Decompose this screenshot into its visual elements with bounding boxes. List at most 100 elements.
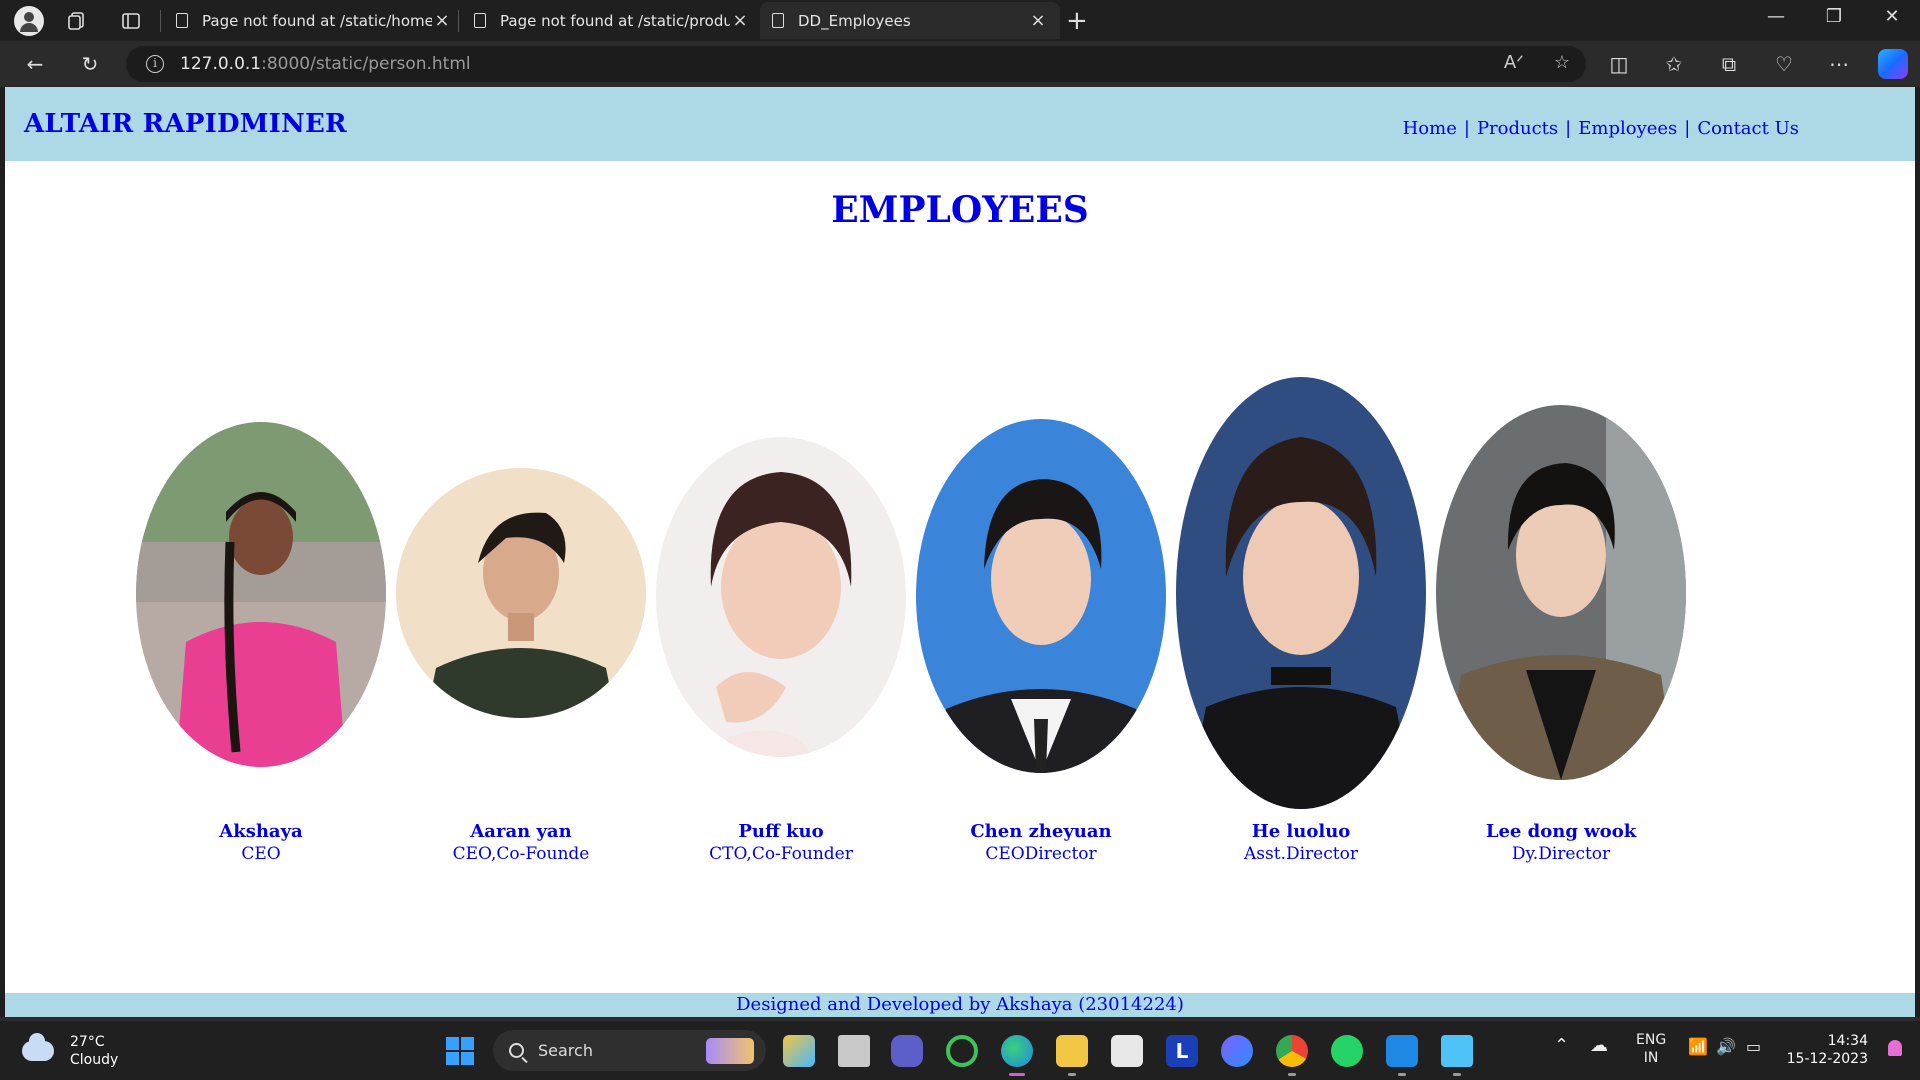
notification-bell-icon[interactable]	[1888, 1040, 1902, 1056]
nav-separator: |	[1565, 118, 1572, 139]
url-path: :8000/static/person.html	[261, 54, 471, 74]
nav-products[interactable]: Products	[1477, 118, 1558, 139]
browser-tab-bar: Page not found at /static/home1 × Page n…	[0, 0, 1920, 41]
nav-separator: |	[1463, 118, 1470, 139]
language-line1: ENG	[1636, 1032, 1667, 1048]
chrome-icon[interactable]	[1276, 1035, 1308, 1076]
site-nav: Home | Products | Employees | Contact Us	[1403, 118, 1799, 139]
employee-name: Lee dong wook	[1485, 821, 1637, 842]
show-hidden-icons-icon[interactable]: ⌃	[1554, 1035, 1569, 1056]
browser-toolbar: ← ↻ i 127.0.0.1 :8000/static/person.html…	[0, 41, 1920, 87]
refresh-icon[interactable]: ↻	[75, 50, 105, 78]
cloud-icon	[22, 1033, 54, 1061]
employee-role: CEO,Co-Founde	[452, 844, 590, 864]
taskbar-search[interactable]: Search	[493, 1030, 766, 1071]
teams-meet-icon[interactable]	[891, 1035, 923, 1067]
sync-app-icon[interactable]	[946, 1035, 978, 1067]
nav-home[interactable]: Home	[1403, 118, 1457, 139]
weather-condition: Cloudy	[70, 1052, 119, 1068]
nav-employees[interactable]: Employees	[1578, 118, 1677, 139]
window-close-icon[interactable]: ✕	[1872, 6, 1912, 27]
widgets-app-icon[interactable]	[783, 1035, 815, 1067]
minimize-icon[interactable]: —	[1756, 6, 1796, 27]
site-brand: ALTAIR RAPIDMINER	[24, 109, 347, 139]
tab-dd-employees[interactable]: DD_Employees ×	[760, 2, 1060, 39]
more-menu-icon[interactable]: ⋯	[1824, 50, 1854, 78]
search-highlight-icon	[706, 1037, 754, 1064]
language-indicator[interactable]: ENG IN	[1636, 1031, 1666, 1067]
altair-app-icon[interactable]	[1221, 1035, 1253, 1067]
language-line2: IN	[1643, 1050, 1659, 1066]
close-tab-icon[interactable]: ×	[730, 10, 750, 31]
new-tab-icon[interactable]: +	[1066, 6, 1088, 36]
employee-role: Asst.Director	[1244, 844, 1358, 864]
tab-page-not-found-home[interactable]: Page not found at /static/home1 ×	[164, 2, 464, 39]
microsoft-store-icon[interactable]	[1111, 1035, 1143, 1067]
split-screen-icon[interactable]: ◫	[1604, 50, 1634, 78]
file-explorer-icon[interactable]	[1056, 1035, 1088, 1076]
windows-taskbar: 27°C Cloudy Search L ⌃ ☁ ENG IN 📶 🔊 ▭ 14…	[0, 1021, 1920, 1080]
onedrive-icon[interactable]: ☁	[1590, 1035, 1608, 1056]
l-app-icon[interactable]: L	[1166, 1035, 1198, 1067]
favorite-star-icon[interactable]: ☆	[1554, 52, 1570, 73]
profile-avatar-icon[interactable]	[14, 6, 44, 36]
collections-icon[interactable]: ⧉	[1714, 50, 1744, 78]
site-info-icon[interactable]: i	[146, 55, 164, 73]
copilot-icon[interactable]	[1878, 49, 1908, 79]
task-view-icon[interactable]	[838, 1035, 870, 1067]
tab-page-not-found-products[interactable]: Page not found at /static/produc ×	[462, 2, 762, 39]
start-windows-icon[interactable]	[446, 1037, 474, 1065]
whatsapp-icon[interactable]	[1331, 1035, 1363, 1067]
clock-date: 15-12-2023	[1786, 1051, 1868, 1067]
battery-icon[interactable]: ▭	[1746, 1037, 1761, 1056]
employee-photo-lee-dong-wook	[1436, 405, 1686, 780]
vscode-icon[interactable]	[1386, 1035, 1418, 1076]
employee-name: Puff kuo	[738, 821, 824, 842]
employee-name: He luoluo	[1251, 821, 1351, 842]
site-header: ALTAIR RAPIDMINER Home | Products | Empl…	[5, 87, 1915, 161]
url-host: 127.0.0.1	[180, 54, 262, 74]
search-label: Search	[538, 1041, 593, 1060]
address-bar[interactable]: i 127.0.0.1 :8000/static/person.html Aᐟ …	[126, 46, 1586, 82]
tab-title: Page not found at /static/produc	[500, 11, 730, 30]
notepad-icon[interactable]	[1441, 1035, 1473, 1076]
search-icon	[509, 1043, 524, 1058]
document-icon	[772, 13, 784, 28]
employee-photo-akshaya	[136, 422, 386, 767]
web-page: ALTAIR RAPIDMINER Home | Products | Empl…	[5, 87, 1915, 1017]
employee-name: Akshaya	[219, 821, 303, 842]
volume-icon[interactable]: 🔊	[1716, 1037, 1736, 1056]
clock-time: 14:34	[1827, 1033, 1868, 1049]
nav-contact-us[interactable]: Contact Us	[1697, 118, 1799, 139]
tab-title: DD_Employees	[798, 11, 911, 30]
employee-name: Chen zheyuan	[970, 821, 1112, 842]
nav-separator: |	[1684, 118, 1691, 139]
employee-photo-he-luoluo	[1176, 377, 1426, 809]
document-icon	[474, 13, 486, 28]
wifi-icon[interactable]: 📶	[1688, 1037, 1708, 1056]
edge-browser-icon[interactable]	[1001, 1035, 1033, 1076]
weather-temperature: 27°C	[70, 1034, 105, 1050]
vertical-tabs-icon[interactable]	[118, 8, 144, 34]
close-tab-icon[interactable]: ×	[432, 10, 452, 31]
tab-title: Page not found at /static/home1	[202, 11, 432, 30]
employee-role: Dy.Director	[1511, 844, 1611, 864]
site-footer: Designed and Developed by Akshaya (23014…	[5, 993, 1915, 1017]
restore-icon[interactable]: ❐	[1814, 6, 1854, 27]
workspaces-icon[interactable]	[64, 8, 90, 34]
favorites-icon[interactable]: ✩	[1659, 50, 1689, 78]
browser-essentials-icon[interactable]: ♡	[1769, 50, 1799, 78]
employee-name: Aaran yan	[470, 821, 572, 842]
page-title: EMPLOYEES	[831, 189, 1089, 231]
employee-role: CEO	[241, 844, 281, 864]
employee-role: CTO,Co-Founder	[709, 844, 853, 864]
back-icon[interactable]: ←	[20, 50, 50, 78]
employee-role: CEODirector	[985, 844, 1097, 864]
employee-photo-aaran-yan	[396, 468, 646, 718]
read-aloud-icon[interactable]: Aᐟ	[1504, 52, 1524, 73]
system-clock[interactable]: 14:34 15-12-2023	[1787, 1032, 1868, 1068]
close-tab-icon[interactable]: ×	[1028, 10, 1048, 31]
weather-widget[interactable]: 27°C Cloudy	[22, 1033, 118, 1069]
employee-photo-chen-zheyuan	[916, 419, 1166, 773]
employee-photo-puff-kuo	[656, 437, 906, 757]
